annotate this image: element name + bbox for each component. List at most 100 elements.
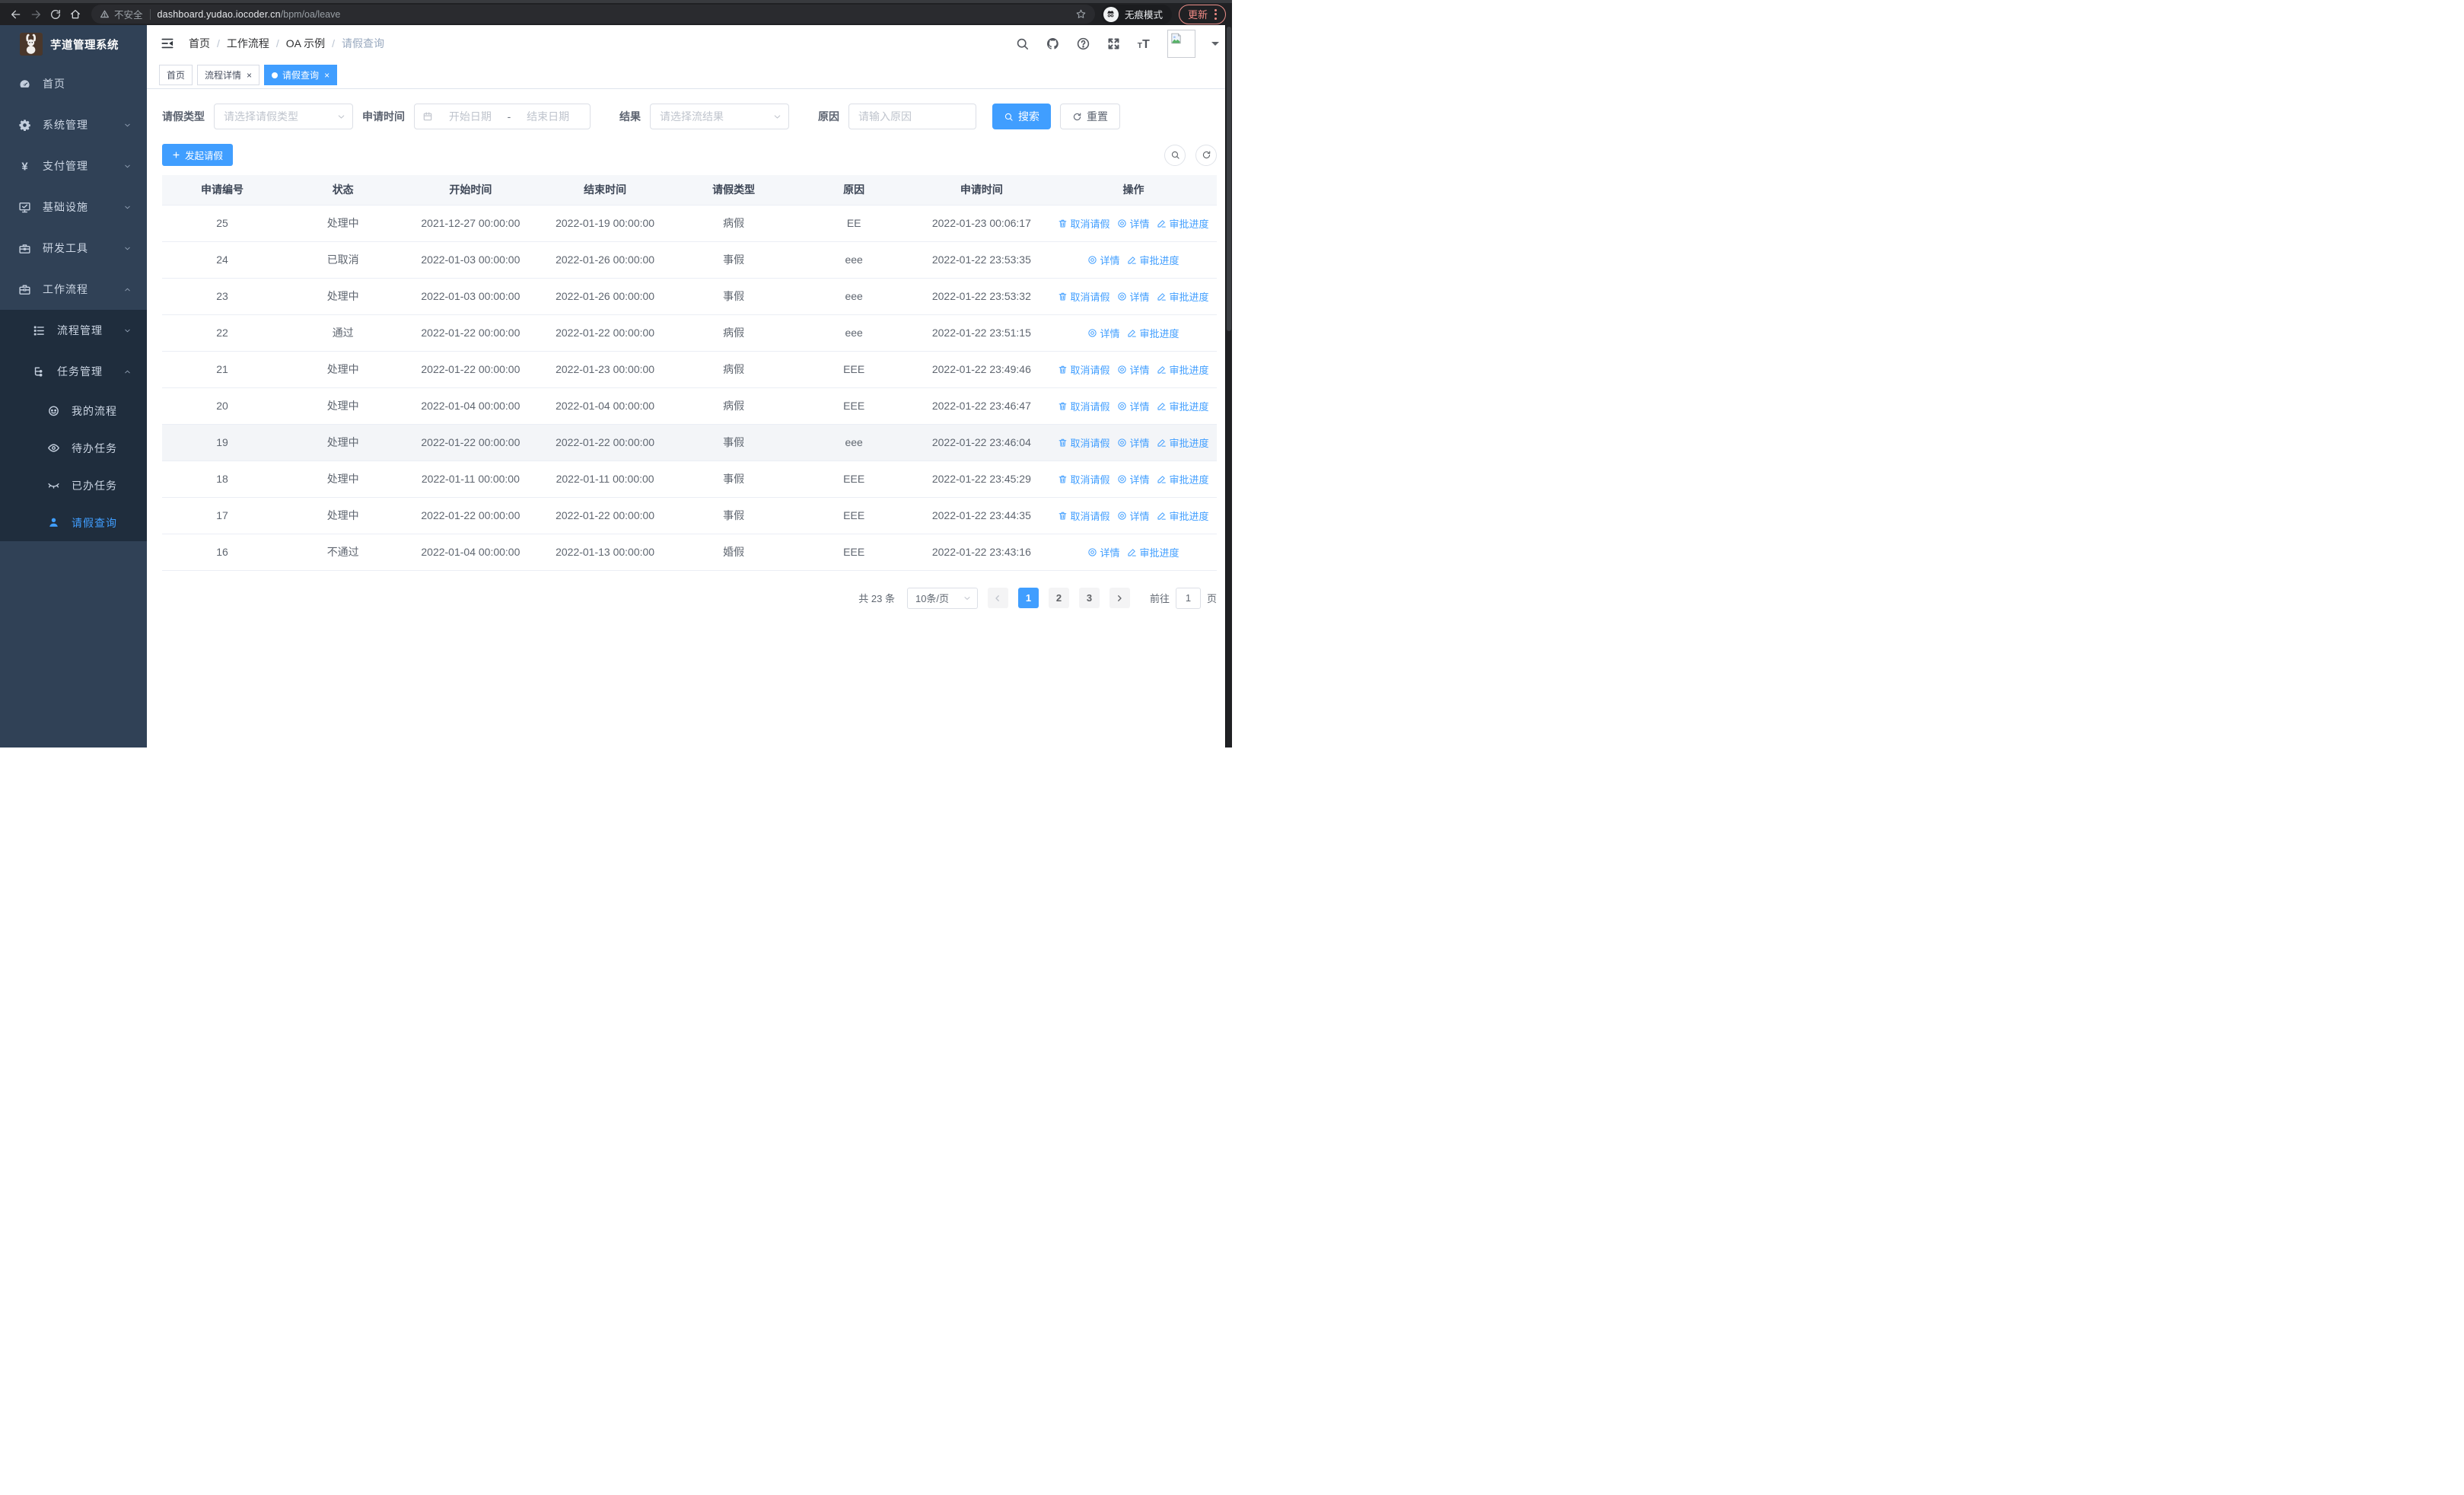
- page-size-select[interactable]: 10条/页: [906, 587, 978, 609]
- toggle-search-button[interactable]: [1164, 144, 1186, 166]
- sidebar-item-待办任务[interactable]: 待办任务: [0, 429, 147, 467]
- breadcrumb-separator: /: [217, 37, 220, 49]
- action-detail-link[interactable]: 详情: [1117, 399, 1149, 413]
- cell-status: 处理中: [282, 351, 404, 388]
- tag-view-首页[interactable]: 首页: [159, 65, 193, 85]
- scrollbar-thumb[interactable]: [1227, 27, 1231, 331]
- action-detail-link[interactable]: 详情: [1117, 508, 1149, 523]
- sidebar-item-我的流程[interactable]: 我的流程: [0, 392, 147, 429]
- action-cancel-link[interactable]: 取消请假: [1058, 435, 1109, 450]
- apply-time-range-picker[interactable]: 开始日期 - 结束日期: [414, 104, 591, 129]
- help-icon[interactable]: [1076, 37, 1090, 51]
- sidebar-item-已办任务[interactable]: 已办任务: [0, 467, 147, 504]
- action-cancel-link[interactable]: 取消请假: [1058, 399, 1109, 413]
- cell-reason: EE: [794, 205, 913, 242]
- eye-circle-icon: [1087, 547, 1097, 557]
- sidebar-item-流程管理[interactable]: 流程管理: [0, 310, 147, 351]
- action-cancel-link[interactable]: 取消请假: [1058, 472, 1109, 486]
- tree-icon: [33, 365, 46, 378]
- sidebar-item-工作流程[interactable]: 工作流程: [0, 269, 147, 310]
- sidebar-item-首页[interactable]: 首页: [0, 63, 147, 104]
- cell-leave-type: 事假: [672, 278, 795, 315]
- cell-no: 22: [162, 314, 282, 352]
- browser-forward-button[interactable]: [26, 5, 46, 24]
- browser-back-button[interactable]: [6, 5, 26, 24]
- user-avatar[interactable]: [1167, 29, 1195, 58]
- refresh-table-button[interactable]: [1195, 144, 1217, 166]
- sidebar-item-研发工具[interactable]: 研发工具: [0, 228, 147, 269]
- reset-button[interactable]: 重置: [1060, 104, 1120, 129]
- create-leave-button[interactable]: 发起请假: [162, 144, 234, 166]
- action-detail-link[interactable]: 详情: [1117, 289, 1149, 304]
- column-header: 开始时间: [403, 175, 538, 206]
- browser-home-button[interactable]: [65, 5, 85, 24]
- sidebar-item-系统管理[interactable]: 系统管理: [0, 104, 147, 145]
- search-button[interactable]: 搜索: [992, 104, 1051, 129]
- page-button-3[interactable]: 3: [1078, 588, 1100, 608]
- list-icon: [33, 324, 46, 337]
- action-progress-link[interactable]: 审批进度: [1127, 545, 1179, 559]
- action-progress-link[interactable]: 审批进度: [1157, 508, 1209, 523]
- action-progress-link[interactable]: 审批进度: [1157, 399, 1209, 413]
- action-progress-link[interactable]: 审批进度: [1127, 326, 1179, 340]
- action-progress-link[interactable]: 审批进度: [1127, 253, 1179, 267]
- action-cancel-link[interactable]: 取消请假: [1058, 508, 1109, 523]
- tab-close-icon[interactable]: ×: [324, 71, 329, 80]
- chevron-down-icon: [123, 162, 132, 171]
- prev-page-button[interactable]: [987, 588, 1008, 608]
- browser-reload-button[interactable]: [46, 5, 65, 24]
- tab-close-icon[interactable]: ×: [247, 71, 252, 80]
- cell-status: 处理中: [282, 424, 404, 461]
- tag-view-流程详情[interactable]: 流程详情 ×: [197, 65, 260, 85]
- breadcrumb-item[interactable]: 工作流程: [227, 36, 269, 51]
- action-detail-link[interactable]: 详情: [1087, 253, 1119, 267]
- action-detail-link[interactable]: 详情: [1117, 216, 1149, 231]
- font-size-icon[interactable]: TT: [1137, 37, 1151, 51]
- cell-leave-type: 事假: [672, 424, 795, 461]
- sidebar-item-基础设施[interactable]: 基础设施: [0, 186, 147, 228]
- action-progress-link[interactable]: 审批进度: [1157, 435, 1209, 450]
- sidebar-item-任务管理[interactable]: 任务管理: [0, 351, 147, 392]
- page-scrollbar[interactable]: [1225, 25, 1232, 748]
- address-bar[interactable]: 不安全 dashboard.yudao.iocoder.cn /bpm/oa/l…: [91, 5, 1095, 24]
- sidebar-item-请假查询[interactable]: 请假查询: [0, 504, 147, 541]
- browser-menu-icon[interactable]: [1214, 8, 1217, 20]
- reason-input[interactable]: 请输入原因: [848, 104, 976, 129]
- fullscreen-icon[interactable]: [1106, 37, 1121, 51]
- jump-page-input[interactable]: 1: [1175, 587, 1201, 609]
- action-detail-link[interactable]: 详情: [1117, 435, 1149, 450]
- breadcrumb-item[interactable]: 首页: [189, 36, 210, 51]
- security-chip[interactable]: 不安全: [100, 7, 143, 21]
- header-search-icon[interactable]: [1015, 37, 1030, 51]
- tag-view-请假查询[interactable]: 请假查询 ×: [264, 65, 338, 85]
- action-progress-link[interactable]: 审批进度: [1157, 472, 1209, 486]
- leave-type-select[interactable]: 请选择请假类型: [214, 104, 353, 129]
- result-select[interactable]: 请选择流结果: [650, 104, 789, 129]
- logo[interactable]: 芋道管理系统: [0, 25, 147, 63]
- github-icon[interactable]: [1046, 37, 1060, 51]
- next-page-button[interactable]: [1109, 588, 1130, 608]
- action-detail-link[interactable]: 详情: [1087, 326, 1119, 340]
- action-cancel-link[interactable]: 取消请假: [1058, 362, 1109, 377]
- chevron-up-icon: [123, 285, 132, 294]
- action-detail-link[interactable]: 详情: [1117, 472, 1149, 486]
- cell-status: 不通过: [282, 534, 404, 571]
- action-progress-link[interactable]: 审批进度: [1157, 362, 1209, 377]
- action-cancel-link[interactable]: 取消请假: [1058, 289, 1109, 304]
- avatar-caret-icon[interactable]: [1211, 42, 1219, 49]
- action-cancel-link[interactable]: 取消请假: [1058, 216, 1109, 231]
- sidebar-item-label: 流程管理: [57, 324, 103, 336]
- page-button-1[interactable]: 1: [1017, 588, 1039, 608]
- page-button-2[interactable]: 2: [1048, 588, 1069, 608]
- action-progress-link[interactable]: 审批进度: [1157, 216, 1209, 231]
- browser-update-button[interactable]: 更新: [1178, 4, 1226, 24]
- table-row: 20 处理中 2022-01-04 00:00:00 2022-01-04 00:00…: [162, 387, 1217, 425]
- breadcrumb-item[interactable]: OA 示例: [286, 36, 325, 51]
- sidebar-item-label: 系统管理: [43, 119, 88, 131]
- action-detail-link[interactable]: 详情: [1117, 362, 1149, 377]
- action-detail-link[interactable]: 详情: [1087, 545, 1119, 559]
- sidebar-item-支付管理[interactable]: ¥ 支付管理: [0, 145, 147, 186]
- bookmark-star-icon[interactable]: [1075, 8, 1087, 20]
- action-progress-link[interactable]: 审批进度: [1157, 289, 1209, 304]
- sidebar-fold-icon[interactable]: [160, 36, 175, 51]
